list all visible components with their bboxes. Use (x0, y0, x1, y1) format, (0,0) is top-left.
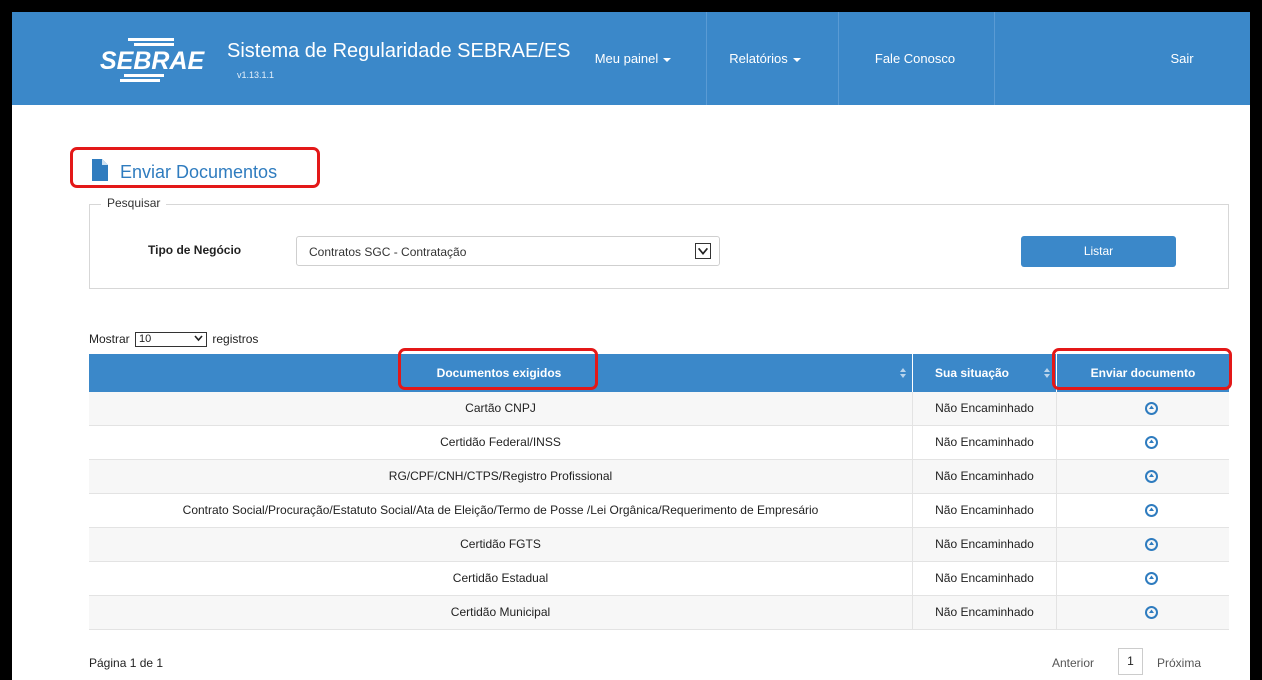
app-version: v1.13.1.1 (237, 70, 275, 80)
cell-document: RG/CPF/CNH/CTPS/Registro Profissional (388, 469, 613, 483)
show-entries-control: Mostrar 10 registros (89, 332, 259, 348)
cell-status: Não Encaminhado (935, 537, 1034, 551)
top-navbar: SEBRAE Sistema de Regularidade SEBRAE/ES… (12, 12, 1250, 105)
page-info: Página 1 de 1 (89, 656, 164, 670)
cell-separator (1056, 562, 1057, 595)
nav-meu-painel[interactable]: Meu painel (578, 12, 688, 105)
cell-separator (1056, 426, 1057, 459)
table-row: Certidão Federal/INSS Não Encaminhado (89, 426, 1229, 460)
table-row: RG/CPF/CNH/CTPS/Registro Profissional Nã… (89, 460, 1229, 494)
page-size-value: 10 (139, 333, 152, 346)
cell-status: Não Encaminhado (935, 571, 1034, 585)
show-entries-prefix: Mostrar (89, 332, 130, 346)
app-frame: SEBRAE Sistema de Regularidade SEBRAE/ES… (12, 12, 1250, 680)
cell-status: Não Encaminhado (935, 503, 1034, 517)
table-row: Contrato Social/Procuração/Estatuto Soci… (89, 494, 1229, 528)
cell-separator (1056, 528, 1057, 561)
cell-status: Não Encaminhado (935, 469, 1034, 483)
tipo-negocio-value: Contratos SGC - Contratação (309, 245, 467, 259)
table-row: Certidão FGTS Não Encaminhado (89, 528, 1229, 562)
highlight-box-title (70, 147, 320, 188)
pagination-next[interactable]: Próxima (1157, 656, 1201, 670)
nav-sair[interactable]: Sair (1152, 12, 1212, 105)
app-title: Sistema de Regularidade SEBRAE/ES (227, 40, 571, 62)
page-size-select[interactable]: 10 (135, 332, 208, 348)
cell-status: Não Encaminhado (935, 435, 1034, 449)
cell-document: Certidão Estadual (452, 571, 549, 585)
cell-status: Não Encaminhado (935, 401, 1034, 415)
upload-circle-icon[interactable] (1145, 504, 1158, 517)
cell-separator (1056, 460, 1057, 493)
sort-icon (900, 368, 906, 378)
nav-fale-conosco[interactable]: Fale Conosco (840, 12, 990, 105)
chevron-down-icon (695, 243, 711, 259)
tipo-negocio-select[interactable]: Contratos SGC - Contratação (296, 236, 720, 266)
nav-relatorios[interactable]: Relatórios (708, 12, 822, 105)
caret-down-icon (663, 57, 672, 62)
nav-separator (994, 12, 995, 105)
sebrae-logo[interactable]: SEBRAE (100, 32, 218, 84)
table-row: Cartão CNPJ Não Encaminhado (89, 392, 1229, 426)
listar-button[interactable]: Listar (1021, 236, 1176, 267)
chevron-down-icon (194, 335, 203, 342)
pagination-previous[interactable]: Anterior (1052, 656, 1094, 670)
upload-circle-icon[interactable] (1145, 606, 1158, 619)
upload-circle-icon[interactable] (1145, 572, 1158, 585)
column-header-situacao-label: Sua situação (934, 366, 1010, 380)
cell-separator (1056, 392, 1057, 425)
documents-table: Documentos exigidos Sua situação Enviar … (89, 354, 1229, 630)
nav-relatorios-label: Relatórios (729, 51, 788, 66)
cell-document: Certidão FGTS (460, 537, 541, 551)
table-row: Certidão Municipal Não Encaminhado (89, 596, 1229, 630)
cell-separator (1056, 494, 1057, 527)
caret-down-icon (792, 57, 801, 62)
cell-status: Não Encaminhado (935, 605, 1034, 619)
highlight-box-documentos (398, 348, 598, 390)
nav-fale-conosco-label: Fale Conosco (874, 51, 956, 66)
cell-document: Contrato Social/Procuração/Estatuto Soci… (182, 503, 819, 517)
upload-circle-icon[interactable] (1145, 470, 1158, 483)
highlight-box-enviar (1052, 348, 1232, 390)
upload-circle-icon[interactable] (1145, 538, 1158, 551)
cell-document: Certidão Federal/INSS (440, 435, 561, 449)
nav-separator (706, 12, 707, 105)
sort-icon (1044, 368, 1050, 378)
upload-circle-icon[interactable] (1145, 436, 1158, 449)
upload-circle-icon[interactable] (1145, 402, 1158, 415)
table-row: Certidão Estadual Não Encaminhado (89, 562, 1229, 596)
cell-document: Certidão Municipal (450, 605, 551, 619)
tipo-negocio-label: Tipo de Negócio (148, 243, 242, 257)
svg-text:SEBRAE: SEBRAE (100, 47, 206, 75)
cell-document: Cartão CNPJ (465, 401, 536, 415)
nav-sair-label: Sair (1170, 51, 1194, 66)
nav-separator (838, 12, 839, 105)
search-legend: Pesquisar (101, 196, 167, 210)
pagination-current-page[interactable]: 1 (1118, 648, 1143, 675)
nav-meu-painel-label: Meu painel (594, 51, 659, 66)
cell-separator (1056, 596, 1057, 629)
column-header-situacao[interactable]: Sua situação (913, 354, 1031, 392)
show-entries-suffix: registros (212, 332, 259, 346)
